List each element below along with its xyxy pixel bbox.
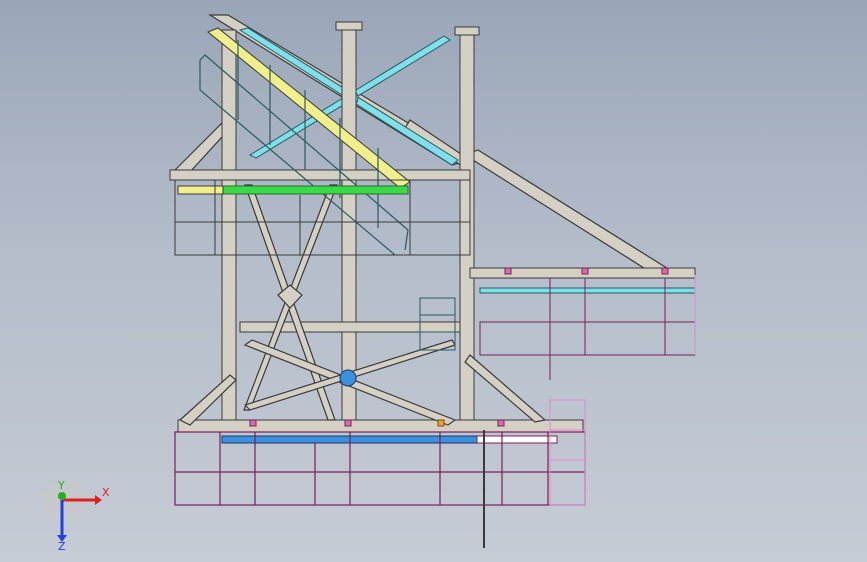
z-axis-label: Z [58,540,66,550]
horizontal-beams [169,169,696,433]
x-axis-label: X [102,486,110,499]
coordinate-triad: X Z Y [43,480,110,550]
cad-viewport[interactable] [0,0,867,562]
y-axis-label: Y [57,480,65,492]
right-platform [479,275,696,380]
blue-node [339,369,357,387]
y-axis-icon [58,492,66,500]
orange-node [437,419,445,427]
